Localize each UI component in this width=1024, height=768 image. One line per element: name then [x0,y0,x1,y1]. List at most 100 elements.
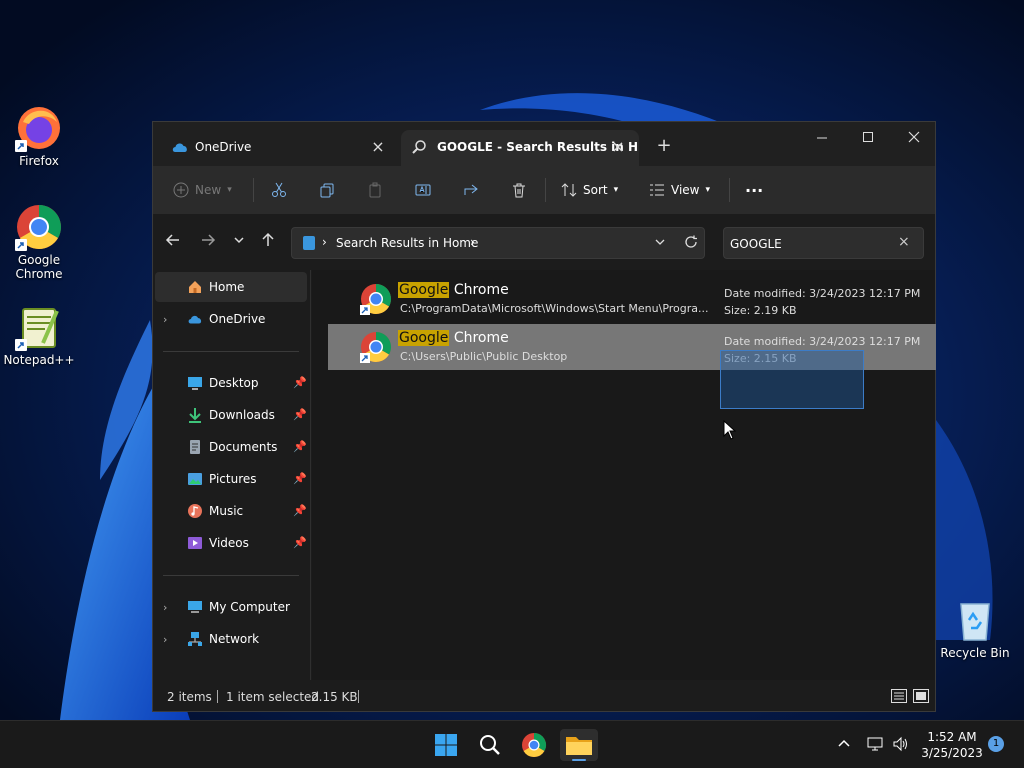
desktop-icon [188,377,202,390]
desktop-icon-notepad-plus-plus[interactable]: Notepad++ [1,303,77,367]
sort-button[interactable]: Sort ▾ [561,176,618,204]
sidebar-divider [163,575,299,576]
sidebar-item-pictures[interactable]: Pictures 📌 [155,464,307,494]
sidebar-item-label: Videos [209,536,249,550]
desktop-icon-label: Firefox [19,154,59,168]
sidebar-item-label: Downloads [209,408,275,422]
file-name: Google Chrome [398,330,509,346]
clock-time: 1:52 AM [927,730,977,744]
sidebar-item-videos[interactable]: Videos 📌 [155,528,307,558]
taskbar-chrome[interactable] [518,729,550,761]
chevron-right-icon[interactable]: › [163,601,177,614]
file-size: Size: 2.19 KB [724,304,797,317]
more-options-button[interactable]: ··· [745,176,763,204]
pin-icon: 📌 [293,440,307,453]
sidebar-item-documents[interactable]: Documents 📌 [155,432,307,462]
pin-icon: 📌 [293,472,307,485]
view-button[interactable]: View ▾ [649,176,710,204]
rename-button[interactable] [415,176,431,204]
windows-logo-icon [435,734,457,756]
sidebar-item-my-computer[interactable]: › My Computer [155,592,307,622]
share-icon [464,184,478,195]
minimize-button[interactable] [799,124,845,154]
paste-button[interactable] [367,176,383,204]
file-name: Google Chrome [398,282,509,298]
volume-icon[interactable] [892,735,910,756]
chrome-icon [360,331,391,363]
document-icon [190,440,200,454]
rename-icon [415,184,431,196]
search-icon [411,139,427,158]
network-status-icon[interactable] [866,735,884,756]
arrow-left-icon [165,234,179,246]
up-button[interactable] [258,232,278,252]
clear-search-icon[interactable]: × [898,234,910,250]
sort-label: Sort [583,183,608,197]
more-icon: ··· [745,180,764,200]
taskbar-file-explorer[interactable] [560,729,598,761]
selection-size: 2.15 KB [311,690,358,704]
sidebar-item-music[interactable]: Music 📌 [155,496,307,526]
file-list: Google Chrome C:\ProgramData\Microsoft\W… [312,270,936,680]
sidebar-item-network[interactable]: › Network [155,624,307,654]
address-dropdown-icon[interactable] [654,236,666,251]
desktop-icon-label: Google Chrome [15,253,63,281]
notification-badge[interactable]: 1 [988,736,1004,752]
clock-date: 3/25/2023 [921,746,983,760]
close-window-button[interactable] [891,124,937,154]
mouse-cursor-icon [723,420,737,440]
chevron-right-icon[interactable]: › [163,313,177,326]
breadcrumb[interactable]: Search Results in Home [336,236,478,250]
folder-icon [566,737,592,761]
search-input[interactable] [730,235,890,253]
cut-button[interactable] [271,176,287,204]
system-clock[interactable]: 1:52 AM 3/25/2023 [916,729,988,761]
desktop-icon-label: Recycle Bin [940,646,1010,660]
show-hidden-icons-icon[interactable] [836,735,852,754]
recent-locations-button[interactable] [229,232,249,252]
details-view-icon[interactable] [891,689,907,706]
date-modified: Date modified: 3/24/2023 12:17 PM [724,287,921,300]
search-results-icon [302,235,316,254]
delete-button[interactable] [511,176,527,204]
chrome-icon [15,203,63,251]
forward-button[interactable] [198,232,218,252]
new-button[interactable]: New ▾ [173,176,232,204]
back-button[interactable] [163,232,183,252]
video-icon [188,537,202,549]
cloud-icon [188,315,202,324]
title-bar: OneDrive × GOOGLE - Search Results in H … [153,122,935,166]
new-tab-button[interactable]: + [653,136,675,158]
notepad-plus-plus-icon [15,303,63,351]
trash-icon [513,183,525,198]
search-box[interactable]: × [723,227,924,259]
desktop-icon-recycle-bin[interactable]: Recycle Bin [937,596,1013,660]
close-tab-icon[interactable]: × [609,138,627,156]
tiles-view-icon[interactable] [913,689,929,706]
tab-onedrive[interactable]: OneDrive × [161,130,399,166]
status-divider [358,690,359,703]
status-bar: 2 items 1 item selected 2.15 KB [153,680,935,711]
desktop-icon-google-chrome[interactable]: Google Chrome [1,203,77,281]
desktop-icon-firefox[interactable]: Firefox [1,104,77,168]
file-row[interactable]: Google Chrome C:\ProgramData\Microsoft\W… [328,276,936,322]
address-bar[interactable]: › Search Results in Home › [291,227,705,259]
navigation-bar: › Search Results in Home › × [153,214,935,270]
sidebar-item-onedrive[interactable]: › OneDrive [155,304,307,334]
file-path: C:\ProgramData\Microsoft\Windows\Start M… [400,302,709,315]
chevron-right-icon[interactable]: › [163,633,177,646]
sidebar-item-downloads[interactable]: Downloads 📌 [155,400,307,430]
copy-button[interactable] [319,176,335,204]
sidebar-item-desktop[interactable]: Desktop 📌 [155,368,307,398]
sidebar-item-home[interactable]: Home [155,272,307,302]
chevron-right-icon: › [470,235,475,249]
tab-search-results[interactable]: GOOGLE - Search Results in H × [401,130,639,166]
search-button[interactable] [474,729,506,761]
refresh-icon[interactable] [684,235,698,252]
share-button[interactable] [463,176,479,204]
start-button[interactable] [430,729,462,761]
chevron-down-icon: ▾ [613,185,619,195]
pin-icon: 📌 [293,504,307,517]
close-tab-icon[interactable]: × [369,138,387,156]
maximize-button[interactable] [845,124,891,154]
